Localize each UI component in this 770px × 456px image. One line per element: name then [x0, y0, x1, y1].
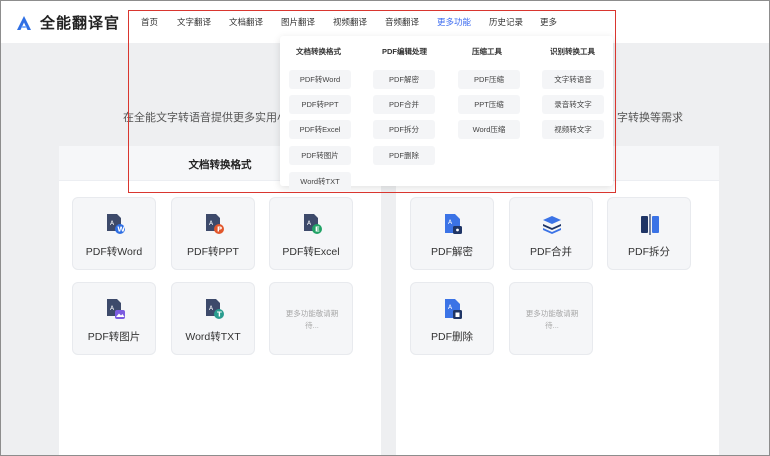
nav-audio-translate[interactable]: 音频翻译: [385, 16, 419, 28]
card-label: PDF转Word: [85, 246, 143, 258]
card-label: PDF删除: [431, 331, 473, 343]
nav-text-translate[interactable]: 文字翻译: [177, 16, 211, 28]
pdf-to-image-icon: A: [107, 299, 125, 319]
menu-word-to-txt[interactable]: Word转TXT: [289, 172, 351, 191]
menu-pdf-split[interactable]: PDF拆分: [373, 120, 435, 139]
card-label: PDF解密: [431, 246, 473, 258]
pdf-split-icon: [641, 214, 659, 235]
card-pdf-decrypt[interactable]: A PDF解密: [410, 197, 494, 270]
nav-home[interactable]: 首页: [141, 16, 158, 28]
dropdown-col-pdf-edit: PDF编辑处理: [382, 47, 427, 56]
card-pdf-to-image[interactable]: A PDF转图片: [72, 282, 156, 355]
pdf-merge-icon: [543, 216, 561, 234]
card-pdf-to-word[interactable]: A W PDF转Word: [72, 197, 156, 270]
pdf-edit-panel: A PDF解密 PDF合并 PDF拆分 A PDF删除 更多功能敬请期待...: [396, 146, 719, 456]
svg-text:T: T: [217, 311, 222, 319]
menu-pdf-delete[interactable]: PDF删除: [373, 146, 435, 165]
coming-soon-card: 更多功能敬请期待...: [509, 282, 593, 355]
menu-pdf-to-word[interactable]: PDF转Word: [289, 70, 351, 89]
coming-soon-card: 更多功能敬请期待...: [269, 282, 353, 355]
svg-text:P: P: [217, 226, 222, 234]
nav-more[interactable]: 更多: [540, 16, 557, 28]
coming-soon-text: 更多功能敬请期待...: [525, 309, 579, 330]
menu-pdf-decrypt[interactable]: PDF解密: [373, 70, 435, 89]
pdf-to-word-icon: A W: [107, 214, 125, 234]
menu-pdf-to-excel[interactable]: PDF转Excel: [289, 120, 351, 139]
more-features-dropdown: 文档转换格式 PDF编辑处理 压缩工具 识别转换工具 PDF转Word PDF转…: [280, 36, 613, 191]
svg-text:E: E: [315, 226, 320, 234]
card-label: PDF转PPT: [187, 246, 239, 258]
doc-convert-panel: 文档转换格式 A W PDF转Word A P PDF转PPT A E PDF转…: [59, 146, 381, 456]
card-label: Word转TXT: [185, 331, 241, 343]
card-word-to-txt[interactable]: A T Word转TXT: [171, 282, 255, 355]
card-pdf-to-excel[interactable]: A E PDF转Excel: [269, 197, 353, 270]
menu-pdf-compress[interactable]: PDF压缩: [458, 70, 520, 89]
pdf-decrypt-icon: A: [445, 214, 462, 234]
menu-pdf-to-ppt[interactable]: PDF转PPT: [289, 95, 351, 114]
card-label: PDF合并: [530, 246, 572, 258]
menu-pdf-to-image[interactable]: PDF转图片: [289, 146, 351, 165]
menu-ppt-compress[interactable]: PPT压缩: [458, 95, 520, 114]
card-pdf-merge[interactable]: PDF合并: [509, 197, 593, 270]
nav-image-translate[interactable]: 图片翻译: [281, 16, 315, 28]
nav-doc-translate[interactable]: 文档翻译: [229, 16, 263, 28]
nav-history[interactable]: 历史记录: [489, 16, 523, 28]
pdf-to-excel-icon: A E: [304, 214, 322, 234]
card-label: PDF转图片: [87, 331, 141, 343]
word-to-txt-icon: A T: [206, 299, 224, 319]
card-pdf-delete[interactable]: A PDF删除: [410, 282, 494, 355]
menu-recording-to-text[interactable]: 录音转文字: [542, 95, 604, 114]
nav-more-features[interactable]: 更多功能: [437, 16, 471, 28]
card-pdf-split[interactable]: PDF拆分: [607, 197, 691, 270]
app-logo[interactable]: 全能翻译官: [16, 12, 120, 33]
dropdown-col-compress: 压缩工具: [472, 47, 502, 56]
logo-icon: [17, 15, 31, 30]
dropdown-col-doc-convert: 文档转换格式: [296, 47, 341, 56]
coming-soon-text: 更多功能敬请期待...: [285, 309, 339, 330]
menu-word-compress[interactable]: Word压缩: [458, 120, 520, 139]
card-pdf-to-ppt[interactable]: A P PDF转PPT: [171, 197, 255, 270]
card-label: PDF转Excel: [282, 246, 340, 258]
card-label: PDF拆分: [628, 246, 670, 258]
dropdown-col-recognize: 识别转换工具: [550, 47, 595, 56]
pdf-delete-icon: A: [445, 299, 462, 319]
hero-text-left: 在全能文字转语音提供更多实用小: [123, 112, 288, 124]
hero-text-right: 字转换等需求: [617, 112, 683, 124]
menu-text-to-speech[interactable]: 文字转语音: [542, 70, 604, 89]
nav-video-translate[interactable]: 视频翻译: [333, 16, 367, 28]
svg-text:W: W: [117, 226, 125, 234]
menu-video-to-text[interactable]: 视频转文字: [542, 120, 604, 139]
app-name: 全能翻译官: [40, 15, 121, 32]
menu-pdf-merge[interactable]: PDF合并: [373, 95, 435, 114]
pdf-to-ppt-icon: A P: [206, 214, 224, 234]
